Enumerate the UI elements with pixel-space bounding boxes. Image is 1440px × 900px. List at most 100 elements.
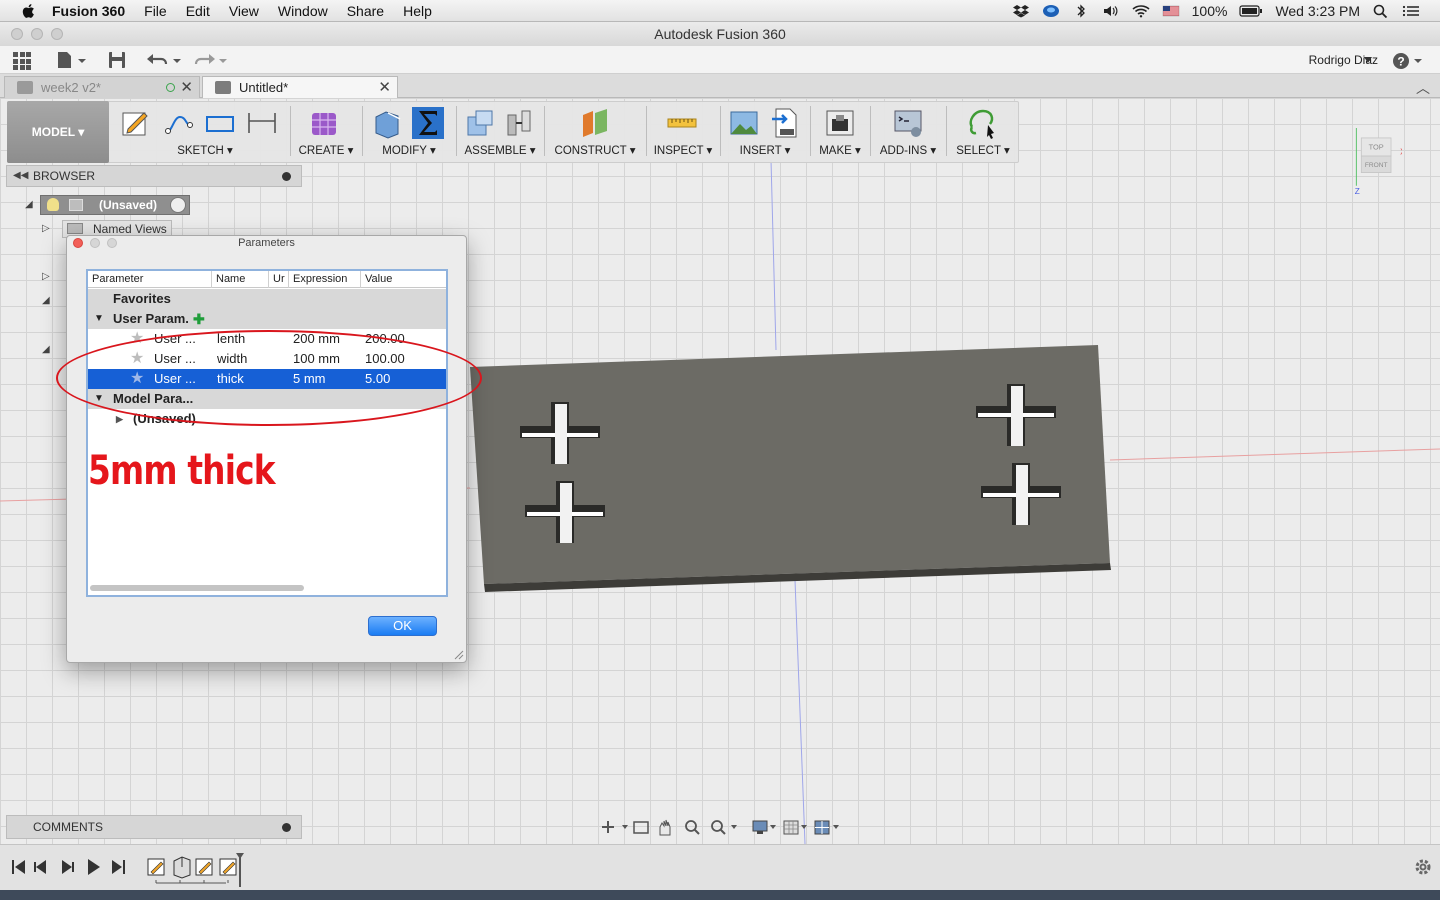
timeline-extrude-icon[interactable] <box>173 856 191 879</box>
ribbon-group-add-ins[interactable]: ADD-INS ▾ <box>872 101 944 163</box>
attached-canvas-icon[interactable] <box>728 107 760 139</box>
pan-hand-icon[interactable] <box>659 819 671 836</box>
ok-button[interactable]: OK <box>368 616 437 636</box>
col-parameter[interactable]: Parameter <box>88 271 212 288</box>
go-to-start-icon[interactable] <box>12 860 25 874</box>
horizontal-scrollbar[interactable] <box>90 585 304 591</box>
ribbon-group-select[interactable]: SELECT ▾ <box>948 101 1018 163</box>
menu-app-name[interactable]: Fusion 360 <box>52 3 125 19</box>
menu-view[interactable]: View <box>229 3 259 19</box>
dropbox-icon[interactable] <box>1012 4 1030 18</box>
ribbon-group-assemble[interactable]: ASSEMBLE ▾ <box>458 101 542 163</box>
window-close-button[interactable] <box>11 28 23 40</box>
step-back-icon[interactable] <box>34 860 46 874</box>
ribbon-group-insert[interactable]: INSERT ▾ <box>722 101 808 163</box>
timeline-sketch-1-icon[interactable] <box>147 858 165 876</box>
col-expression[interactable]: Expression <box>289 271 361 288</box>
timeline-sketch-2-icon[interactable] <box>195 858 213 876</box>
menu-edit[interactable]: Edit <box>186 3 210 19</box>
3d-print-icon[interactable] <box>824 107 856 139</box>
menubar-clock[interactable]: Wed 3:23 PM <box>1275 3 1360 19</box>
ribbon-group-construct[interactable]: CONSTRUCT ▾ <box>546 101 644 163</box>
comments-panel-header[interactable]: COMMENTS <box>6 815 302 839</box>
user-dropdown-chevron-icon[interactable] <box>1364 56 1372 64</box>
expand-node-icon[interactable]: ◢ <box>42 344 50 355</box>
tab-week2[interactable]: week2 v2* ✕ <box>4 76 200 98</box>
workspace-switcher[interactable]: MODEL ▾ <box>7 101 109 163</box>
menu-help[interactable]: Help <box>403 3 432 19</box>
press-pull-icon[interactable] <box>372 107 404 139</box>
measure-icon[interactable] <box>666 107 698 139</box>
ribbon-group-modify[interactable]: MODIFY ▾ <box>364 101 454 163</box>
zoom-icon[interactable] <box>685 820 700 835</box>
grid-snap-icon[interactable] <box>783 820 807 835</box>
wifi-icon[interactable] <box>1132 4 1150 18</box>
dialog-minimize-button[interactable] <box>90 238 100 248</box>
dialog-close-button[interactable] <box>73 238 83 248</box>
add-user-parameter-icon[interactable]: ✚ <box>193 309 205 329</box>
menu-file[interactable]: File <box>144 3 167 19</box>
select-lasso-icon[interactable] <box>966 107 998 139</box>
battery-icon[interactable] <box>1239 4 1263 18</box>
line-tool-icon[interactable] <box>162 107 194 139</box>
help-icon[interactable]: ? <box>1392 52 1424 70</box>
ribbon-group-make[interactable]: MAKE ▾ <box>812 101 868 163</box>
favorites-group-row[interactable]: Favorites <box>88 289 446 309</box>
bluetooth-icon[interactable] <box>1072 4 1090 18</box>
collapse-toolbar-icon[interactable]: ︿ <box>1416 78 1430 98</box>
comments-add-icon[interactable] <box>282 823 291 832</box>
look-at-icon[interactable] <box>633 821 649 834</box>
collapse-browser-icon[interactable]: ◀◀ <box>13 166 28 186</box>
timeline-settings-gear-icon[interactable] <box>1414 858 1432 876</box>
viewports-icon[interactable] <box>814 820 839 835</box>
volume-icon[interactable] <box>1102 4 1120 18</box>
spotlight-search-icon[interactable] <box>1372 4 1390 18</box>
insert-dxf-icon[interactable] <box>770 107 802 139</box>
timeline-sketch-3-icon[interactable] <box>219 858 237 876</box>
data-panel-grid-icon[interactable] <box>13 52 31 70</box>
create-form-icon[interactable] <box>308 107 340 139</box>
ribbon-group-create[interactable]: CREATE ▾ <box>292 101 360 163</box>
cloud-sync-icon[interactable] <box>1042 4 1060 18</box>
col-name[interactable]: Name <box>212 271 269 288</box>
window-zoom-button[interactable] <box>51 28 63 40</box>
undo-icon[interactable] <box>146 51 182 69</box>
battery-percent[interactable]: 100% <box>1192 3 1228 19</box>
parameters-sigma-icon[interactable] <box>412 107 444 139</box>
play-icon[interactable] <box>88 859 100 875</box>
activate-radio-icon[interactable] <box>170 197 186 213</box>
browser-root-node[interactable]: (Unsaved) <box>40 195 190 215</box>
ribbon-group-inspect[interactable]: INSPECT ▾ <box>648 101 718 163</box>
step-forward-icon[interactable] <box>62 860 74 874</box>
dialog-zoom-button[interactable] <box>107 238 117 248</box>
scripts-addins-icon[interactable] <box>892 107 924 139</box>
expand-named-views-icon[interactable]: ▷ <box>42 223 50 234</box>
redo-icon[interactable] <box>192 51 228 69</box>
tab-close-icon[interactable]: ✕ <box>378 77 391 98</box>
parameters-table[interactable]: Parameter Name Ur Expression Value Favor… <box>86 269 448 597</box>
menu-window[interactable]: Window <box>278 3 328 19</box>
col-value[interactable]: Value <box>361 271 446 288</box>
visibility-bulb-icon[interactable] <box>47 198 59 211</box>
window-minimize-button[interactable] <box>31 28 43 40</box>
save-icon[interactable] <box>108 51 126 69</box>
expand-node-icon[interactable]: ◢ <box>42 295 50 306</box>
create-sketch-icon[interactable] <box>120 107 152 139</box>
timeline-marker-handle[interactable] <box>236 853 244 887</box>
notification-center-icon[interactable] <box>1402 4 1420 18</box>
orbit-icon[interactable] <box>602 821 628 833</box>
tab-untitled[interactable]: Untitled* ✕ <box>202 76 398 98</box>
offset-plane-icon[interactable] <box>579 107 611 139</box>
expand-node-icon[interactable]: ▷ <box>42 271 50 282</box>
col-units[interactable]: Ur <box>269 271 289 288</box>
resize-grip-icon[interactable] <box>452 648 464 660</box>
tab-close-icon[interactable]: ✕ <box>180 77 193 98</box>
apple-icon[interactable] <box>20 3 38 19</box>
browser-pin-icon[interactable] <box>282 172 291 181</box>
user-params-group-row[interactable]: ▼ User Param. ✚ <box>88 309 446 329</box>
ribbon-group-sketch[interactable]: SKETCH ▾ <box>114 101 284 163</box>
menu-share[interactable]: Share <box>347 3 384 19</box>
collapse-user-params-icon[interactable]: ▼ <box>94 309 104 329</box>
us-flag-icon[interactable] <box>1162 4 1180 18</box>
go-to-end-icon[interactable] <box>112 860 125 874</box>
